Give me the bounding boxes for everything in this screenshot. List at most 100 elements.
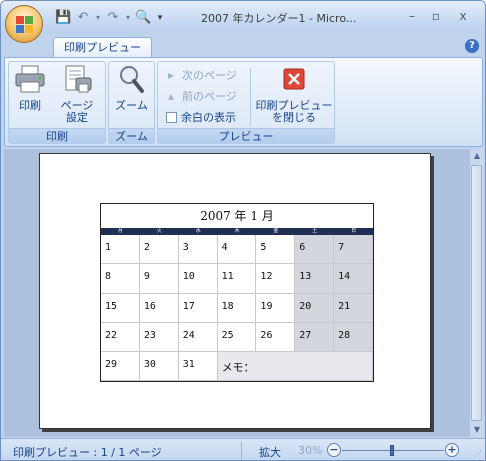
calendar-day-cell: 27 xyxy=(295,322,335,353)
prev-page-label: 前のページ xyxy=(182,90,237,103)
scroll-down-icon[interactable]: ▼ xyxy=(470,423,484,437)
calendar-day-cell: 2 xyxy=(139,235,179,265)
page-setup-button[interactable]: ページ 設定 xyxy=(55,64,99,124)
calendar-day-cell: 21 xyxy=(334,293,373,323)
save-icon[interactable]: 💾 xyxy=(55,10,71,26)
calendar-day-cell: 5 xyxy=(256,235,296,265)
weekday-label: 水 xyxy=(195,228,201,234)
calendar-day-cell: 3 xyxy=(178,235,218,265)
calendar-day-cell: 22 xyxy=(101,322,140,353)
resize-grip-icon[interactable]: ⋰ xyxy=(474,449,484,459)
calendar-day-cell: 19 xyxy=(256,293,296,323)
zoom-in-button[interactable]: + xyxy=(445,443,459,457)
scroll-thumb[interactable] xyxy=(471,165,482,421)
calendar-day-cell: 11 xyxy=(217,264,257,294)
page-info: 印刷プレビュー : 1 / 1 ページ xyxy=(13,446,162,459)
next-page-button[interactable]: ▸ 次のページ xyxy=(164,66,237,84)
calendar-day-cell: 4 xyxy=(217,235,257,265)
calendar-day-cell: 7 xyxy=(334,235,373,265)
calendar-day-cell: 10 xyxy=(178,264,218,294)
calendar-day-cell: 24 xyxy=(178,322,218,353)
calendar-memo: メモ： xyxy=(217,352,373,382)
prev-page-icon: ▴ xyxy=(167,89,175,103)
close-preview-button[interactable]: 印刷プレビュー を閉じる xyxy=(254,64,334,124)
minimize-button[interactable]: – xyxy=(399,8,425,24)
zoom-percent[interactable]: 30% xyxy=(298,444,322,457)
ribbon-tab-row: 印刷プレビュー ? xyxy=(1,33,485,58)
customize-arrow-icon[interactable]: ▾ xyxy=(125,10,131,26)
zoom-slider-thumb[interactable] xyxy=(390,445,394,456)
ribbon: 印刷 ページ 設定 印刷 ズーム ズーム ▸ 次のページ ▴ 前のページ 余白の… xyxy=(4,57,483,147)
zoom-button-label: ズーム xyxy=(115,99,148,112)
application-window: 💾 ↶ ▾ ↷ ▾ 🔍 ▾ 2007 年カレンダー1 - Micro... – … xyxy=(0,0,486,461)
preview-workspace: 2007 年 1 月 月火水木金土日 1 2 3 4 5 6 7 8 9 10 11 12 13 14 15… xyxy=(4,149,483,437)
status-separator xyxy=(241,442,242,460)
calendar-day-cell: 26 xyxy=(256,322,296,353)
group-separator xyxy=(250,68,251,126)
zoom-button[interactable]: ズーム xyxy=(111,64,152,112)
calendar-day-cell: 13 xyxy=(295,264,335,294)
calendar-weekday-header: 月火水木金土日 xyxy=(101,228,373,235)
weekday-label: 火 xyxy=(156,228,162,234)
print-button-label: 印刷 xyxy=(19,99,41,112)
group-preview: ▸ 次のページ ▴ 前のページ 余白の表示 印刷プレビュー を閉じる プレビュー xyxy=(157,61,335,144)
customize-arrow-icon[interactable]: ▾ xyxy=(95,10,101,26)
calendar-day-cell: 16 xyxy=(139,293,179,323)
title-bar: 💾 ↶ ▾ ↷ ▾ 🔍 ▾ 2007 年カレンダー1 - Micro... – … xyxy=(1,1,485,33)
calendar-day-cell: 20 xyxy=(295,293,335,323)
group-zoom: ズーム ズーム xyxy=(108,61,155,144)
zoom-out-button[interactable]: − xyxy=(327,443,341,457)
calendar-title: 2007 年 1 月 xyxy=(200,209,274,223)
scroll-up-icon[interactable]: ▲ xyxy=(470,149,484,163)
prev-page-button[interactable]: ▴ 前のページ xyxy=(164,87,237,105)
calendar-grid: 1 2 3 4 5 6 7 8 9 10 11 12 13 14 15 16 17 18 19 20 21 22 23 24 2… xyxy=(101,235,373,382)
calendar-day-cell: 17 xyxy=(178,293,218,323)
next-page-icon: ▸ xyxy=(167,68,175,82)
magnifier-icon xyxy=(119,66,144,93)
undo-icon[interactable]: ↶ xyxy=(75,10,91,26)
status-bar: 印刷プレビュー : 1 / 1 ページ 拡大 30% − + ⋰ xyxy=(1,438,485,460)
weekday-label: 金 xyxy=(273,228,279,234)
printer-icon xyxy=(15,65,45,93)
close-button[interactable]: x xyxy=(450,8,476,24)
next-page-label: 次のページ xyxy=(182,69,237,82)
calendar-day-cell: 29 xyxy=(101,352,140,382)
calendar-day-cell: 25 xyxy=(217,322,257,353)
weekday-label: 土 xyxy=(312,228,318,234)
group-print: 印刷 ページ 設定 印刷 xyxy=(8,61,106,144)
help-icon[interactable]: ? xyxy=(465,39,479,53)
calendar-day-cell: 6 xyxy=(295,235,335,265)
calendar-day-cell: 14 xyxy=(334,264,373,294)
office-logo-icon xyxy=(16,16,34,34)
window-title: 2007 年カレンダー1 - Micro... xyxy=(201,12,357,25)
calendar-day-cell: 23 xyxy=(139,322,179,353)
group-print-label: 印刷 xyxy=(9,128,105,143)
close-preview-icon xyxy=(283,68,305,90)
close-preview-label-line2: を閉じる xyxy=(272,111,316,124)
redo-icon[interactable]: ↷ xyxy=(105,10,121,26)
print-button[interactable]: 印刷 xyxy=(11,64,49,112)
calendar-day-cell: 12 xyxy=(256,264,296,294)
page-setup-label-line2: 設定 xyxy=(66,111,88,124)
page-setup-icon xyxy=(65,65,92,93)
customize-qat-icon[interactable]: ▾ xyxy=(155,10,165,26)
calendar-day-cell: 30 xyxy=(139,352,179,382)
maximize-button[interactable]: ▫ xyxy=(423,8,449,24)
calendar: 2007 年 1 月 月火水木金土日 1 2 3 4 5 6 7 8 9 10 11 12 13 14 15… xyxy=(100,203,374,382)
calendar-day-cell: 18 xyxy=(217,293,257,323)
vertical-scrollbar[interactable]: ▲ ▼ xyxy=(469,149,483,437)
calendar-day-cell: 31 xyxy=(178,352,218,382)
preview-page[interactable]: 2007 年 1 月 月火水木金土日 1 2 3 4 5 6 7 8 9 10 11 12 13 14 15… xyxy=(39,153,431,429)
print-preview-icon[interactable]: 🔍 xyxy=(135,10,151,26)
tab-print-preview[interactable]: 印刷プレビュー xyxy=(53,37,152,58)
calendar-day-cell: 28 xyxy=(334,322,373,353)
checkbox-box[interactable] xyxy=(166,111,177,123)
office-button[interactable] xyxy=(5,5,43,43)
calendar-day-cell: 8 xyxy=(101,264,140,294)
show-margins-label: 余白の表示 xyxy=(181,111,236,124)
weekday-label: 日 xyxy=(351,228,357,234)
calendar-day-cell: 15 xyxy=(101,293,140,323)
quick-access-toolbar: 💾 ↶ ▾ ↷ ▾ 🔍 ▾ xyxy=(55,9,165,27)
show-margins-checkbox[interactable]: 余白の表示 xyxy=(166,108,236,126)
weekday-label: 月 xyxy=(117,228,123,234)
